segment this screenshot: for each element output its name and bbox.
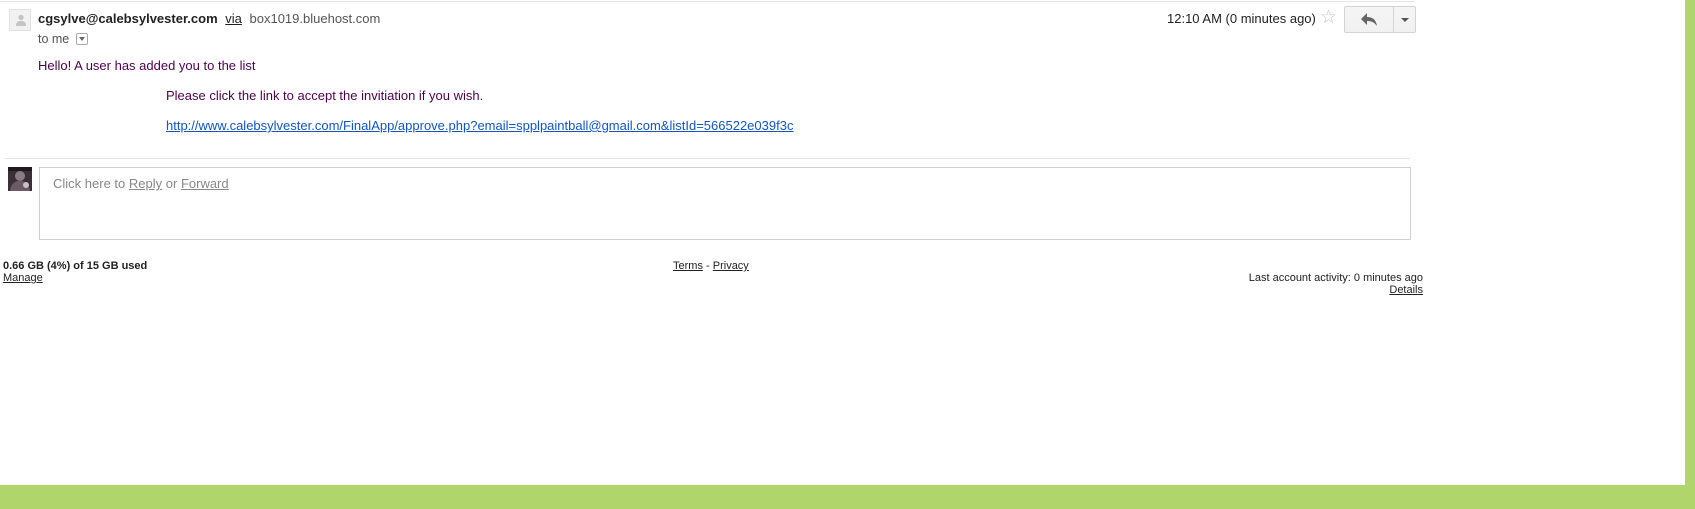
- storage-usage: 0.66 GB (4%) of 15 GB used: [3, 260, 148, 272]
- reply-prompt: Click here to Reply or Forward: [53, 176, 229, 191]
- sender-line: cgsylve@calebsylvester.com via box1019.b…: [38, 11, 380, 26]
- reply-prompt-prefix: Click here to: [53, 176, 126, 191]
- message-timestamp: 12:10 AM (0 minutes ago): [1167, 11, 1316, 26]
- email-view: cgsylve@calebsylvester.com via box1019.b…: [0, 0, 1695, 509]
- privacy-link[interactable]: Privacy: [713, 260, 749, 272]
- more-options-button[interactable]: [1393, 6, 1416, 33]
- person-icon: [16, 14, 26, 26]
- recipient-line: to me: [38, 32, 88, 46]
- activity-details-link[interactable]: Details: [1330, 284, 1423, 296]
- user-photo-icon: [8, 167, 32, 191]
- star-icon[interactable]: ☆: [1320, 7, 1337, 29]
- sender-avatar: [9, 9, 31, 31]
- footer-links: Terms - Privacy: [673, 260, 749, 272]
- last-account-activity: Last account activity: 0 minutes ago: [1248, 272, 1423, 284]
- reply-button[interactable]: [1344, 6, 1394, 33]
- via-link[interactable]: via: [225, 11, 242, 26]
- theme-border-right: [1685, 0, 1695, 509]
- recipient-label: to me: [38, 32, 70, 46]
- reply-link[interactable]: Reply: [129, 176, 162, 191]
- terms-link[interactable]: Terms: [673, 260, 703, 272]
- manage-storage-link[interactable]: Manage: [3, 272, 43, 284]
- sender-address[interactable]: cgsylve@calebsylvester.com: [38, 11, 218, 26]
- recipient-details-dropdown-icon[interactable]: [75, 32, 88, 45]
- reply-arrow-icon: [1361, 13, 1377, 26]
- reply-box[interactable]: Click here to Reply or Forward: [39, 167, 1411, 240]
- message-divider: [5, 158, 1410, 159]
- via-host: box1019.bluehost.com: [249, 11, 381, 26]
- message-greeting: Hello! A user has added you to the list: [38, 58, 256, 73]
- approve-link[interactable]: http://www.calebsylvester.com/FinalApp/a…: [166, 118, 793, 133]
- forward-link[interactable]: Forward: [181, 176, 229, 191]
- top-divider: [0, 1, 1415, 2]
- footer-separator: -: [706, 260, 710, 272]
- message-instruction: Please click the link to accept the invi…: [166, 88, 484, 103]
- user-avatar[interactable]: [8, 167, 32, 191]
- theme-border-bottom: [0, 485, 1695, 509]
- reply-prompt-separator: or: [165, 176, 178, 191]
